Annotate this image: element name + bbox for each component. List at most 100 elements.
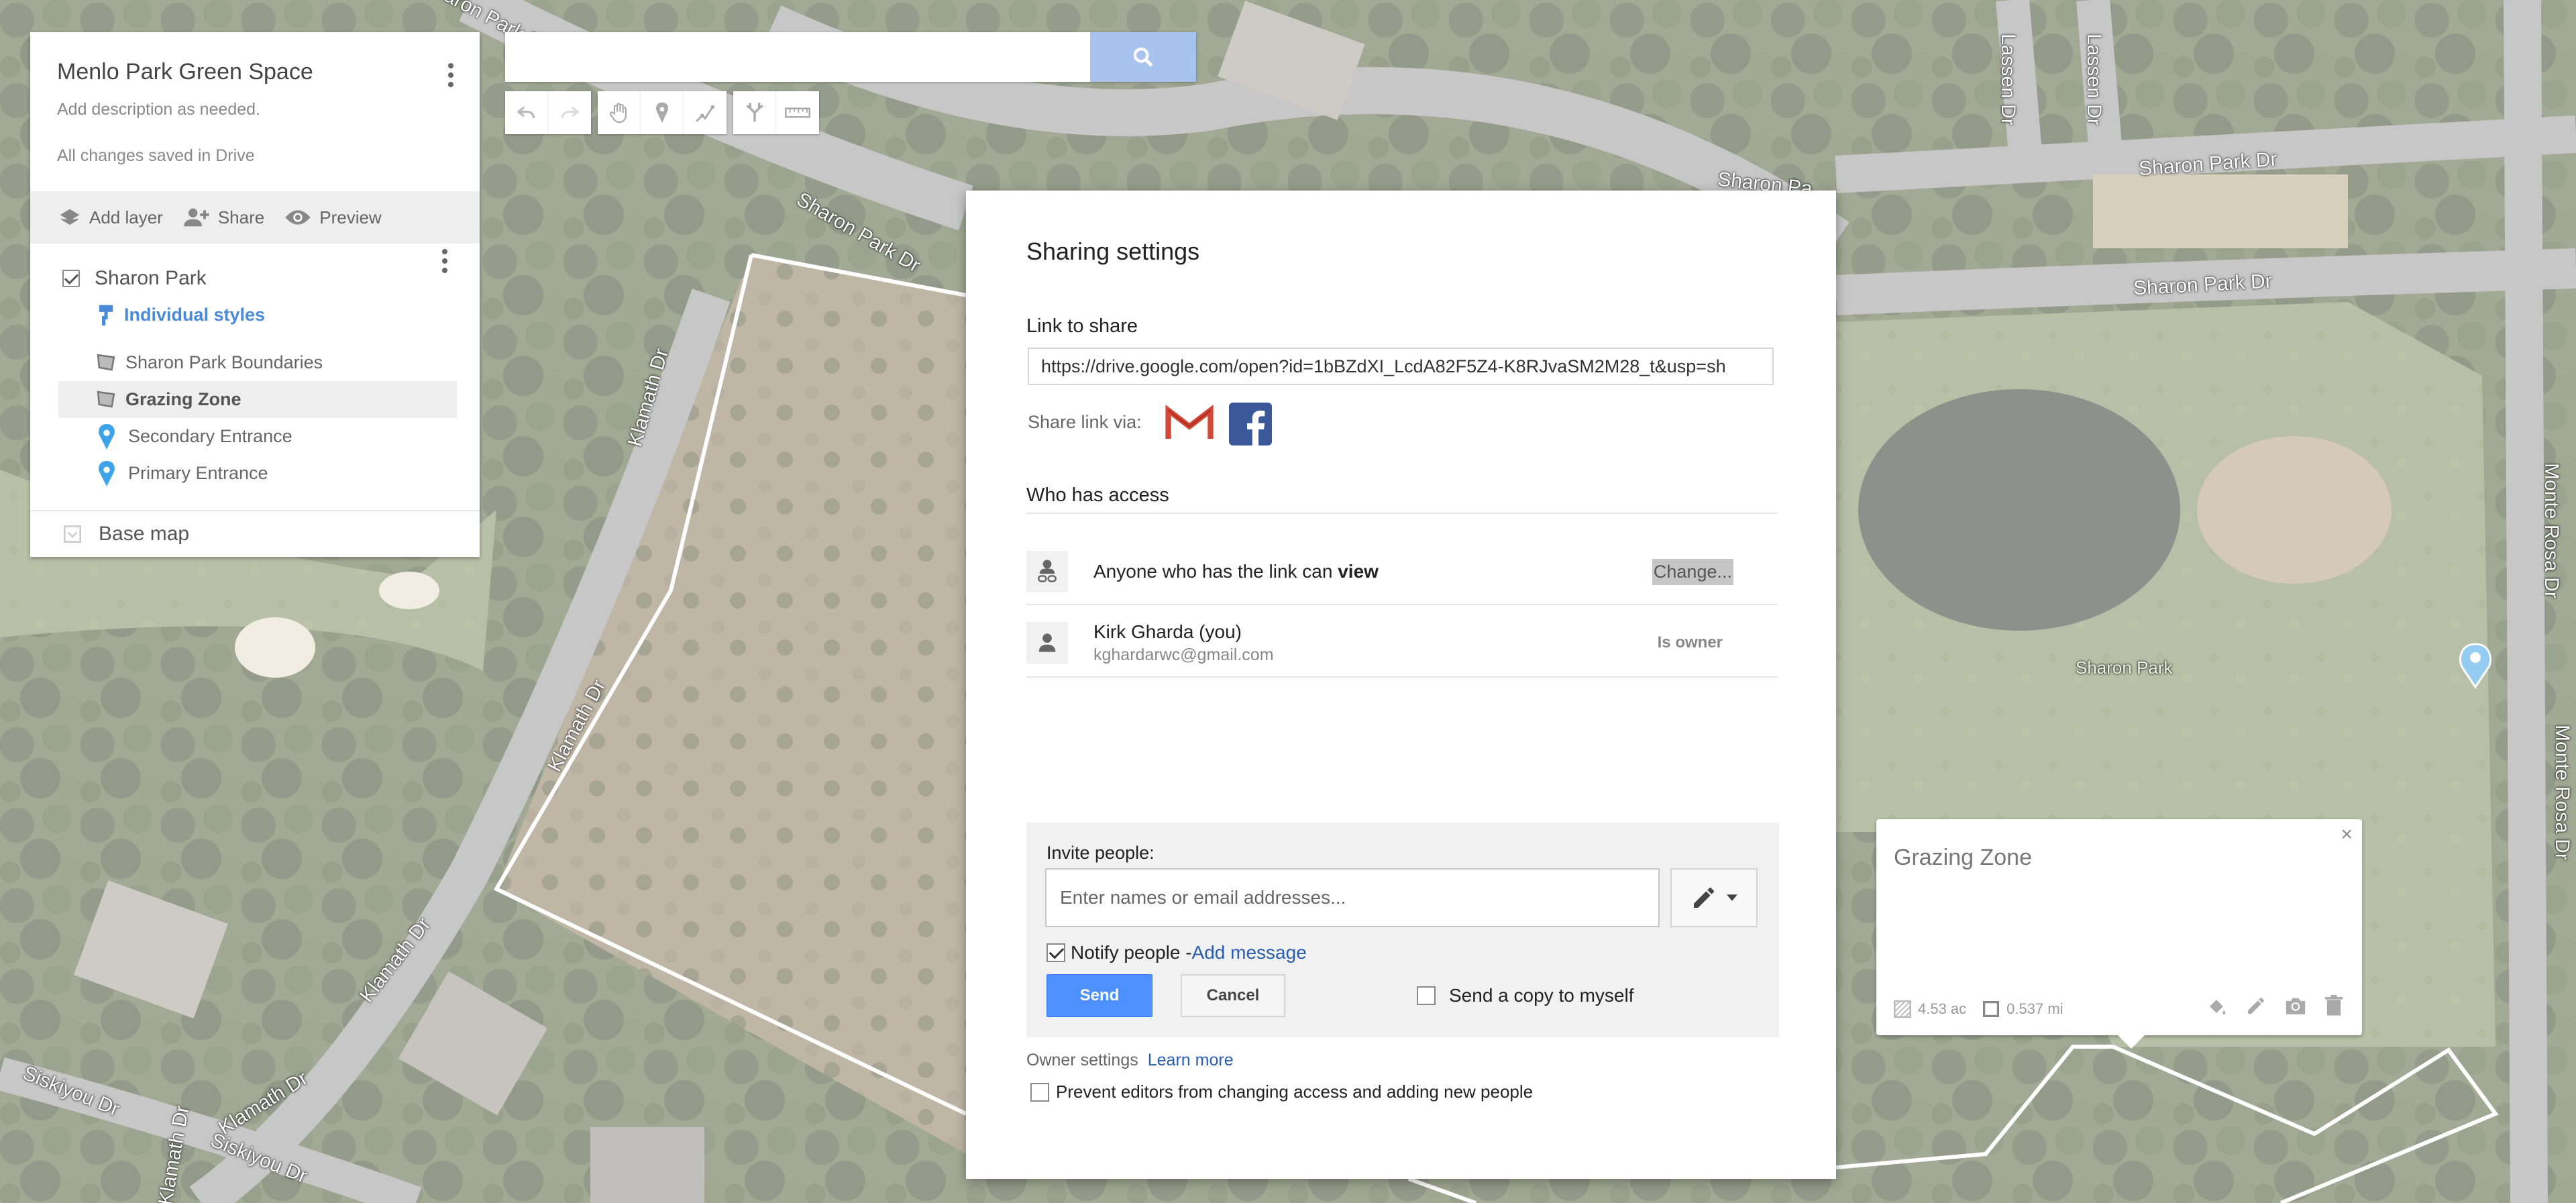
tools-group (598, 91, 727, 134)
share-link-field[interactable]: https://drive.google.com/open?id=1bBZdXI… (1028, 348, 1774, 385)
owner-info: Kirk Gharda (you) kghardarwc@gmail.com (1093, 621, 1274, 665)
undo-icon (516, 106, 535, 119)
pencil-icon (1694, 888, 1714, 908)
search-button[interactable] (1090, 32, 1196, 82)
info-window-title: Grazing Zone (1894, 845, 2032, 870)
layer-style-row[interactable]: Individual styles (30, 297, 480, 333)
road-label: Lassen Dr (1997, 34, 2019, 125)
search-input[interactable] (505, 32, 1090, 82)
add-person-icon (184, 208, 209, 227)
undo-button[interactable] (505, 91, 548, 134)
polygon-icon (95, 388, 120, 411)
share-button[interactable]: Share (183, 207, 264, 228)
marker-icon (655, 102, 668, 123)
sharing-settings-dialog: Sharing settings Link to share https://d… (966, 191, 1836, 1179)
map-header: Menlo Park Green Space Add description a… (30, 32, 480, 191)
map-pin-icon (97, 423, 120, 450)
paint-roller-icon (99, 305, 113, 325)
learn-more-link[interactable]: Learn more (1148, 1051, 1234, 1069)
invite-email-input[interactable] (1045, 868, 1660, 927)
change-access-button[interactable]: Change... (1652, 558, 1733, 585)
gmail-icon[interactable] (1165, 404, 1214, 445)
divider (1026, 676, 1778, 678)
eye-icon (285, 210, 311, 225)
owner-settings: Owner settings Learn more (1026, 1051, 1234, 1070)
history-group (505, 91, 591, 134)
owner-role: Is owner (1657, 633, 1723, 651)
pencil-icon[interactable] (2245, 995, 2267, 1016)
list-item[interactable]: Primary Entrance (30, 455, 480, 492)
save-status: All changes saved in Drive (57, 146, 255, 165)
cancel-button[interactable]: Cancel (1181, 974, 1285, 1017)
notify-label: Notify people - (1071, 942, 1192, 963)
trash-icon[interactable] (2324, 995, 2343, 1016)
perimeter-value: 0.537 mi (2006, 1000, 2063, 1017)
permission-dropdown[interactable] (1670, 868, 1758, 927)
select-tool-button[interactable] (598, 91, 641, 134)
feature-measurements: 4.53 ac 0.537 mi (1894, 1000, 2063, 1018)
layers-icon (60, 209, 80, 225)
list-item[interactable]: Secondary Entrance (30, 418, 480, 455)
redo-icon (561, 106, 580, 119)
park-label: Sharon Park (2076, 658, 2173, 678)
add-layer-button[interactable]: Add layer (58, 207, 163, 228)
feature-label: Primary Entrance (128, 463, 268, 483)
link-to-share-label: Link to share (1026, 315, 1138, 337)
base-map-label: Base map (99, 523, 190, 545)
link-access-text: Anyone who has the link can view (1093, 561, 1379, 582)
paint-bucket-icon[interactable] (2205, 995, 2228, 1018)
layer-header[interactable]: Sharon Park (30, 249, 480, 297)
send-button[interactable]: Send (1046, 974, 1152, 1017)
dialog-title: Sharing settings (1026, 238, 1200, 265)
map-legend-panel: Menlo Park Green Space Add description a… (30, 32, 480, 557)
map-options-icon[interactable] (445, 60, 456, 90)
list-item[interactable]: Sharon Park Boundaries (30, 344, 480, 381)
measure-button[interactable] (776, 91, 819, 134)
who-has-access-label: Who has access (1026, 484, 1169, 506)
layer-visibility-checkbox[interactable] (62, 269, 80, 287)
list-item-selected[interactable]: Grazing Zone (58, 381, 457, 418)
road-label: Monte Rosa Dr (2551, 725, 2573, 860)
send-copy-option[interactable]: Send a copy to myself (1417, 974, 1633, 1017)
divider (1026, 513, 1778, 514)
share-label: Share (217, 207, 265, 227)
notify-checkbox[interactable] (1046, 943, 1065, 962)
facebook-icon[interactable] (1229, 403, 1272, 449)
map-toolbar (505, 91, 819, 134)
base-map-row[interactable]: Base map (30, 510, 480, 557)
map-title[interactable]: Menlo Park Green Space (57, 59, 453, 85)
map-description[interactable]: Add description as needed. (57, 100, 453, 119)
info-window-tools (2205, 995, 2343, 1018)
owner-settings-label: Owner settings (1026, 1051, 1138, 1069)
preview-button[interactable]: Preview (284, 207, 382, 228)
notify-people-option[interactable]: Notify people - Add message (1046, 942, 1307, 963)
search-icon (1133, 47, 1153, 67)
share-via-label: Share link via: (1028, 412, 1142, 432)
redo-button[interactable] (548, 91, 591, 134)
send-copy-label: Send a copy to myself (1449, 985, 1634, 1006)
add-marker-button[interactable] (641, 91, 684, 134)
draw-line-button[interactable] (684, 91, 727, 134)
owner-email: kghardarwc@gmail.com (1093, 645, 1274, 664)
directions-button[interactable] (733, 91, 776, 134)
ruler-icon (785, 107, 810, 118)
add-message-link[interactable]: Add message (1192, 942, 1307, 963)
layer-options-icon[interactable] (439, 246, 450, 276)
close-icon[interactable]: × (2341, 823, 2353, 846)
draw-line-icon (696, 105, 715, 122)
layer-name[interactable]: Sharon Park (95, 267, 207, 290)
prevent-editors-checkbox[interactable] (1030, 1082, 1049, 1102)
send-copy-checkbox[interactable] (1417, 986, 1436, 1005)
feature-label: Grazing Zone (125, 389, 241, 409)
road-label: Lassen Dr (2083, 34, 2105, 125)
preview-label: Preview (319, 207, 382, 227)
polygon-icon (95, 352, 120, 374)
prevent-editors-option[interactable]: Prevent editors from changing access and… (1030, 1082, 1533, 1102)
feature-label: Sharon Park Boundaries (125, 352, 323, 372)
feature-label: Secondary Entrance (128, 426, 292, 446)
directions-icon (746, 103, 763, 122)
chevron-down-icon (64, 525, 81, 543)
camera-icon[interactable] (2284, 995, 2307, 1016)
layer-style-label: Individual styles (124, 305, 266, 325)
map-actions-bar: Add layer Share Preview (30, 191, 480, 244)
